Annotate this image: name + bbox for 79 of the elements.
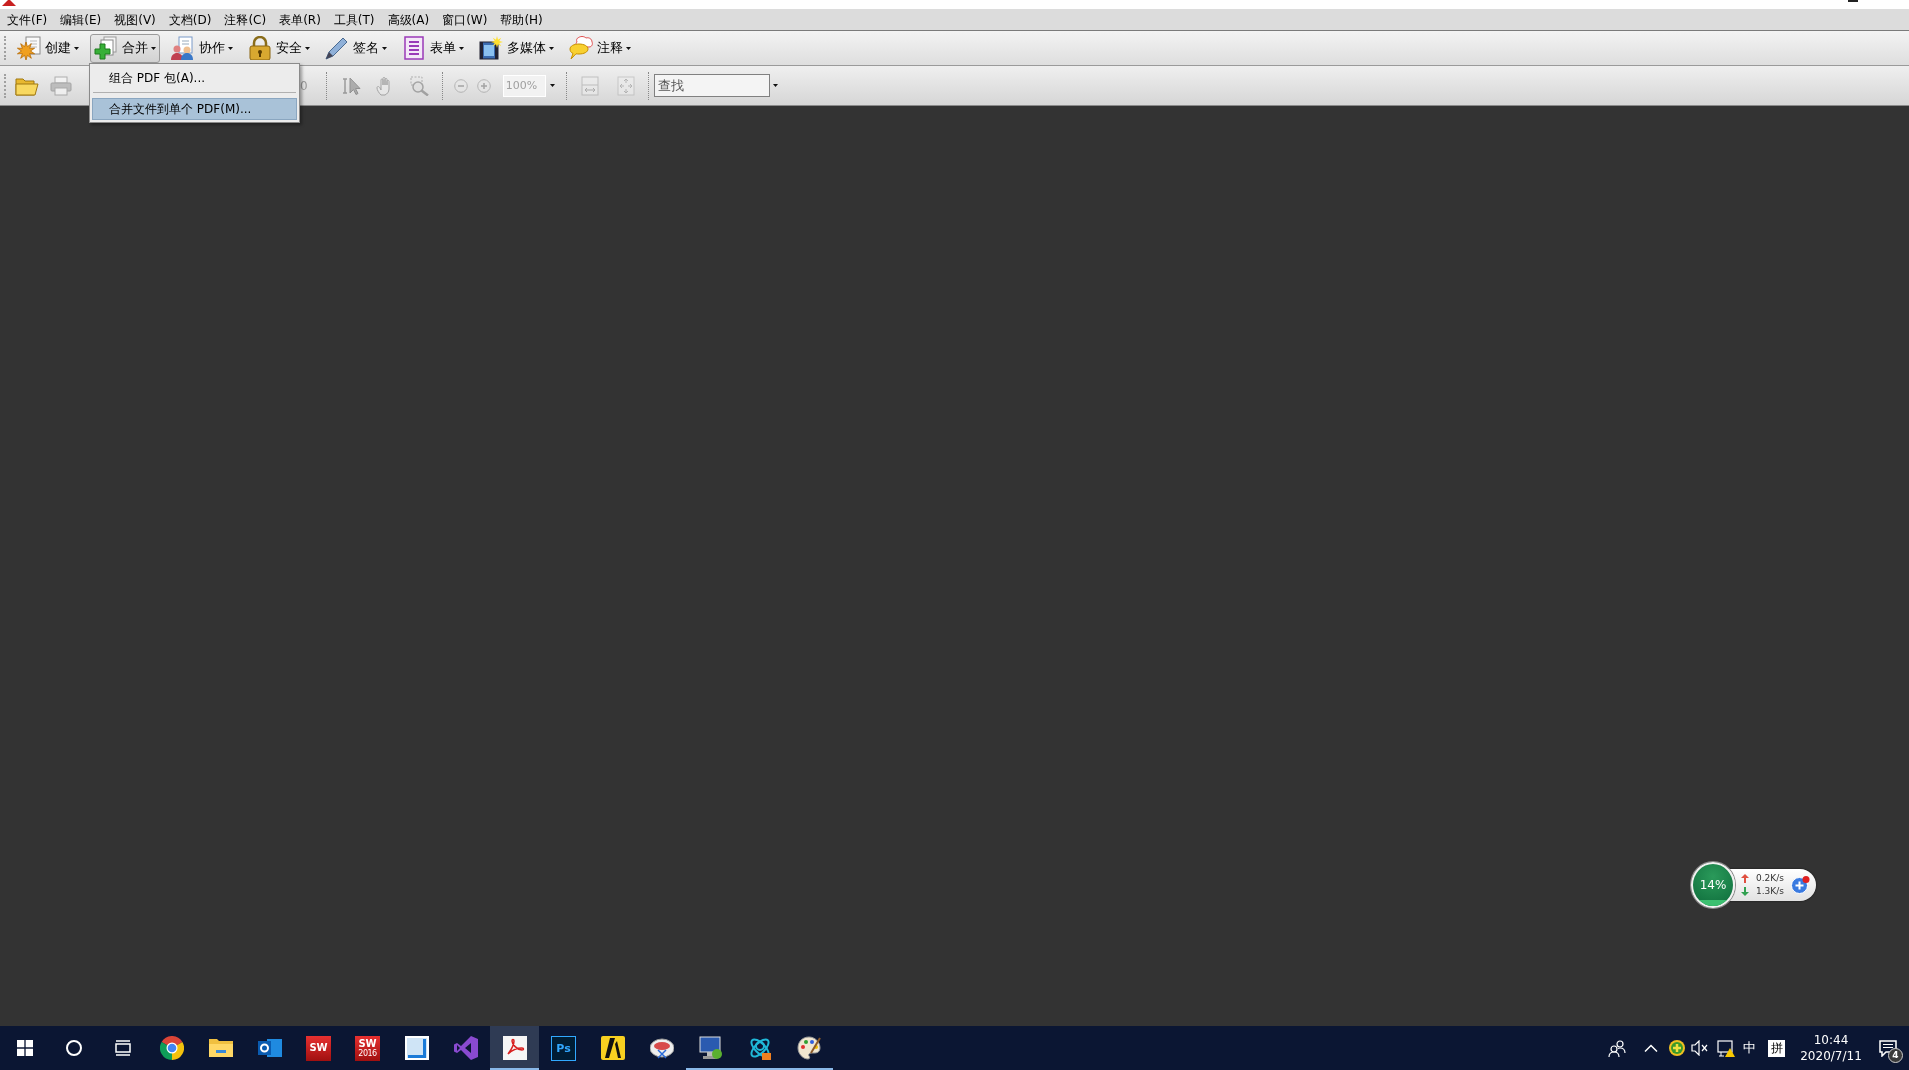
search-field[interactable]: 查找 <box>653 74 770 97</box>
menu-option[interactable]: 合并文件到单个 PDF(M)... <box>92 98 297 120</box>
caret-icon[interactable] <box>228 46 233 50</box>
ribbon-logo-icon <box>453 1036 478 1060</box>
document-plus-icon <box>94 36 118 60</box>
usage-text: 14% <box>1699 878 1727 892</box>
menu-item[interactable]: 窗口(W) <box>442 10 488 29</box>
clock-time[interactable]: 10:44 <box>1813 1032 1849 1048</box>
speech-bubble-icon <box>569 36 593 60</box>
caret-icon[interactable] <box>549 46 554 50</box>
swirl-tile-icon <box>502 1036 527 1060</box>
menu-option[interactable]: 组合 PDF 包(A)... <box>92 67 297 89</box>
taskbar-button[interactable] <box>490 1026 539 1070</box>
toolbar-button[interactable]: 创建 <box>13 33 83 63</box>
plus-circle-icon[interactable] <box>1669 1040 1685 1056</box>
menu-item[interactable]: 文档(D) <box>168 10 212 29</box>
ring-icon <box>65 1040 82 1056</box>
people-icon[interactable] <box>1608 1039 1626 1057</box>
app-logo: SW <box>306 1035 331 1061</box>
toolbar-button[interactable]: 协作 <box>167 33 237 63</box>
monitor-icon <box>698 1036 723 1060</box>
menu-item[interactable]: 表单(R) <box>279 10 321 29</box>
folder-icon[interactable] <box>15 75 39 96</box>
network-warning-icon[interactable] <box>1717 1039 1735 1057</box>
upload-speed: 0.2K/s <box>1756 873 1784 884</box>
app-logo: Ps <box>551 1035 576 1061</box>
window-tile-icon <box>404 1036 429 1060</box>
document-star-icon <box>17 36 41 60</box>
menu-item[interactable]: 文件(F) <box>7 10 48 29</box>
toolbar-button[interactable]: 签名 <box>321 33 391 63</box>
input-mode-toggle[interactable]: 中 <box>1743 1039 1756 1057</box>
circle-logo-icon <box>159 1036 184 1060</box>
usage-gauge[interactable]: 14% <box>1691 862 1735 908</box>
menu-item[interactable]: 工具(T) <box>333 10 375 29</box>
app-icon <box>2 0 16 6</box>
film-icon <box>479 36 503 60</box>
caret-icon[interactable] <box>151 46 156 50</box>
toolbar-button[interactable]: 多媒体 <box>475 33 558 63</box>
download-speed: 1.3K/s <box>1756 886 1784 897</box>
pen-icon <box>325 36 349 60</box>
notification-badge: 4 <box>1888 1047 1903 1063</box>
toolbar-button[interactable]: 注释 <box>565 33 635 63</box>
toolbar-button[interactable]: 表单 <box>398 33 468 63</box>
orbit-logo-icon <box>747 1036 772 1060</box>
down-arrow-icon <box>1741 887 1749 896</box>
mail-tile-icon <box>257 1036 282 1060</box>
caret-icon[interactable] <box>772 84 778 87</box>
caret-icon[interactable] <box>549 84 555 87</box>
clock-date[interactable]: 2020/7/11 <box>1800 1048 1862 1064</box>
padlock-icon <box>248 36 272 60</box>
menu-item[interactable]: 注释(C) <box>224 10 267 29</box>
ime-toggle[interactable]: 拼 <box>1768 1039 1785 1057</box>
taskbar-button[interactable]: Ps <box>539 1026 588 1070</box>
taskbar-button[interactable]: SW 2016 <box>343 1026 392 1070</box>
document-people-icon <box>171 36 195 60</box>
form-icon <box>402 36 426 60</box>
taskbar-button[interactable]: SW <box>294 1026 343 1070</box>
peak-logo-icon <box>600 1036 625 1060</box>
caret-icon[interactable] <box>626 46 631 50</box>
menu-item[interactable]: 高级(A) <box>387 10 430 29</box>
palette-icon <box>796 1036 821 1060</box>
page-number: 0 <box>300 78 308 93</box>
chevron-up-icon[interactable] <box>1644 1044 1658 1052</box>
menu-item[interactable]: 视图(V) <box>114 10 156 29</box>
speaker-muted-icon[interactable] <box>1691 1040 1708 1056</box>
menu-item[interactable]: 编辑(E) <box>60 10 102 29</box>
toolbar-button[interactable]: 合并 <box>90 33 160 63</box>
up-arrow-icon <box>1741 874 1749 883</box>
caret-icon[interactable] <box>74 46 79 50</box>
menu-item[interactable]: 帮助(H) <box>500 10 543 29</box>
toolbar-button[interactable]: 安全 <box>244 33 314 63</box>
windows-logo-icon <box>16 1040 33 1056</box>
app-logo: SW 2016 <box>355 1035 380 1061</box>
caret-icon[interactable] <box>459 46 464 50</box>
caret-icon[interactable] <box>305 46 310 50</box>
message-icon[interactable] <box>1879 1039 1897 1057</box>
task-view-icon <box>114 1040 131 1056</box>
caret-icon[interactable] <box>382 46 387 50</box>
folder-icon <box>208 1036 233 1060</box>
